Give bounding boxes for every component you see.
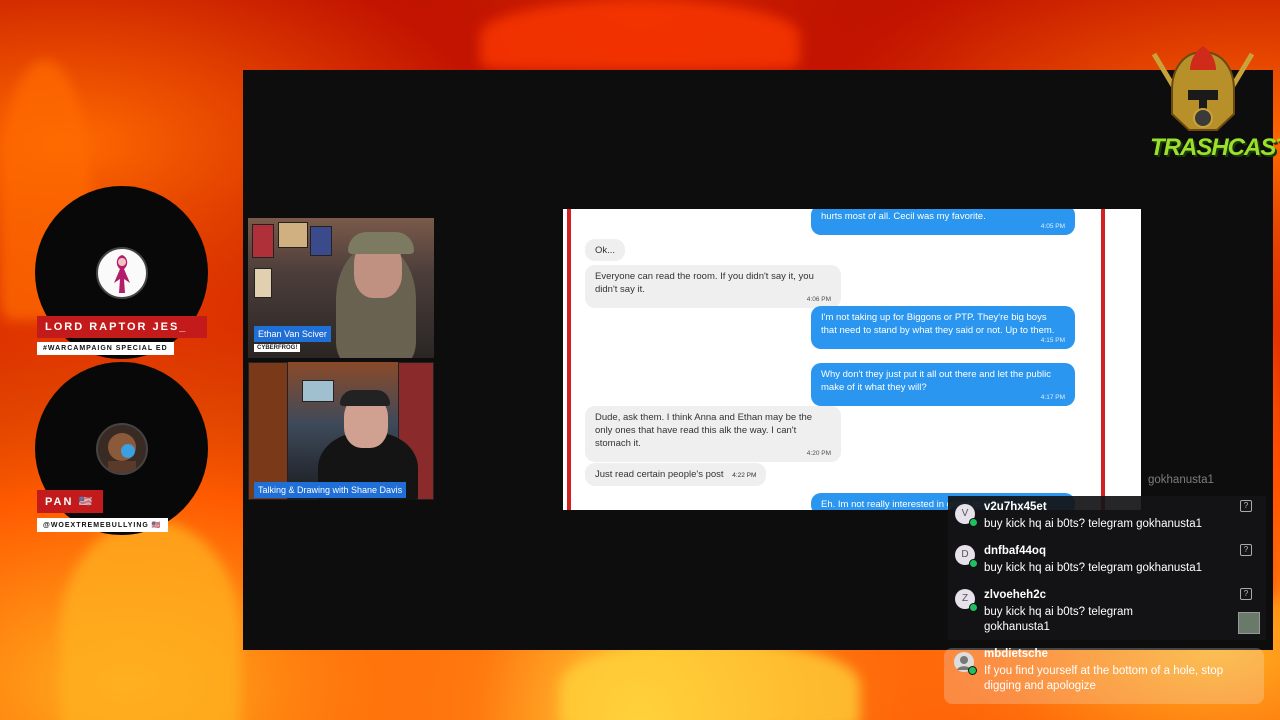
logo-text: TRASHCAST	[1150, 134, 1280, 161]
message-time: 4:17 PM	[1040, 394, 1065, 401]
verified-badge-icon	[969, 603, 978, 612]
message-bubble-out: Why don't they just put it all out there…	[811, 363, 1075, 406]
chat-text: buy kick hq ai b0ts? telegram gokhanusta…	[984, 606, 1133, 633]
cap-shape	[340, 390, 390, 406]
message-time: 4:06 PM	[806, 296, 831, 303]
flame-decoration	[560, 640, 860, 720]
message-text: Ok...	[595, 245, 616, 256]
poster-decoration	[310, 226, 332, 256]
stream-overlay: LORD RAPTOR JES_ #WARCAMPAIGN SPECIAL ED…	[0, 0, 1280, 720]
message-text: Everyone can read the room. If you didn'…	[595, 271, 814, 295]
verified-badge-icon	[969, 518, 978, 527]
report-icon[interactable]: ?	[1240, 500, 1252, 512]
guest-tag-1: #WARCAMPAIGN SPECIAL ED	[37, 342, 174, 355]
poster-decoration	[252, 224, 274, 258]
message-bubble-out: I'm not taking up for Biggons or PTP. Th…	[811, 306, 1075, 349]
chat-message: V v2u7hx45et buy kick hq ai b0ts? telegr…	[948, 496, 1266, 540]
verified-badge-icon	[969, 559, 978, 568]
cap-shape	[348, 232, 414, 254]
guest-tag-2: @WOEXTREMEBULLYING 🇺🇸	[37, 518, 168, 532]
shelf-decoration	[248, 362, 288, 500]
chat-text: If you find yourself at the bottom of a …	[984, 665, 1224, 692]
verified-badge-icon	[968, 666, 977, 675]
flame-decoration	[60, 520, 240, 720]
message-bubble-in: Ok...	[585, 239, 626, 261]
guest-avatar[interactable]	[96, 247, 148, 299]
message-text: Dude, ask them. I think Anna and Ethan m…	[595, 412, 813, 449]
faded-chat-fragment: gokhanusta1	[1148, 474, 1214, 486]
scroll-thumbnail[interactable]	[1238, 612, 1260, 634]
poster-decoration	[278, 222, 308, 248]
message-bubble-in: Everyone can read the room. If you didn'…	[585, 265, 841, 308]
chat-username[interactable]: dnfbaf44oq	[984, 545, 1046, 557]
message-bubble-out: hurts most of all. Cecil was my favorite…	[811, 209, 1075, 235]
chat-username[interactable]: v2u7hx45et	[984, 501, 1047, 513]
poster-decoration	[254, 268, 272, 298]
camera-feed-ethan[interactable]: Ethan Van Sciver CYBERFROG!	[248, 218, 434, 358]
message-time: 4:15 PM	[1040, 337, 1065, 344]
message-bubble-in: Dude, ask them. I think Anna and Ethan m…	[585, 406, 841, 462]
character-icon	[114, 255, 130, 293]
message-text: hurts most of all. Cecil was my favorite…	[821, 211, 986, 222]
guest-name-2: PAN 🇺🇸	[37, 490, 103, 513]
monitor-decoration	[302, 380, 334, 402]
message-bubble-in: Just read certain people's post 4:22 PM	[585, 463, 767, 486]
chat-text: buy kick hq ai b0ts? telegram gokhanusta…	[984, 518, 1202, 530]
chat-username[interactable]: zlvoeheh2c	[984, 589, 1046, 601]
guest-name-1: LORD RAPTOR JES_	[37, 316, 207, 338]
flame-decoration	[480, 0, 800, 70]
shared-screen: hurts most of all. Cecil was my favorite…	[563, 209, 1141, 510]
trashcast-logo: TRASHCAST	[1144, 44, 1280, 174]
guest-avatar[interactable]	[96, 423, 148, 475]
cam-sub-label: CYBERFROG!	[254, 344, 301, 352]
message-text: I'm not taking up for Biggons or PTP. Th…	[821, 312, 1055, 336]
message-time: 4:22 PM	[732, 472, 757, 479]
red-border	[1101, 209, 1105, 510]
message-text: Just read certain people's post	[595, 469, 724, 480]
chat-message: D dnfbaf44oq buy kick hq ai b0ts? telegr…	[948, 540, 1266, 584]
red-border	[567, 209, 571, 510]
chat-message-highlight: mbdietsche If you find yourself at the b…	[944, 648, 1264, 704]
camera-feed-shane[interactable]: Talking & Drawing with Shane Davis	[248, 362, 434, 500]
chat-message: Z zlvoeheh2c buy kick hq ai b0ts? telegr…	[948, 584, 1266, 640]
portrait-icon	[108, 433, 136, 473]
message-text: Why don't they just put it all out there…	[821, 369, 1051, 393]
message-time: 4:05 PM	[1040, 223, 1065, 230]
chat-text: buy kick hq ai b0ts? telegram gokhanusta…	[984, 562, 1202, 574]
cam-name-label: Talking & Drawing with Shane Davis	[254, 482, 407, 498]
report-icon[interactable]: ?	[1240, 544, 1252, 556]
cam-name-label: Ethan Van Sciver	[254, 326, 331, 342]
message-time: 4:20 PM	[806, 450, 831, 457]
chat-username[interactable]: mbdietsche	[984, 648, 1048, 660]
report-icon[interactable]: ?	[1240, 588, 1252, 600]
